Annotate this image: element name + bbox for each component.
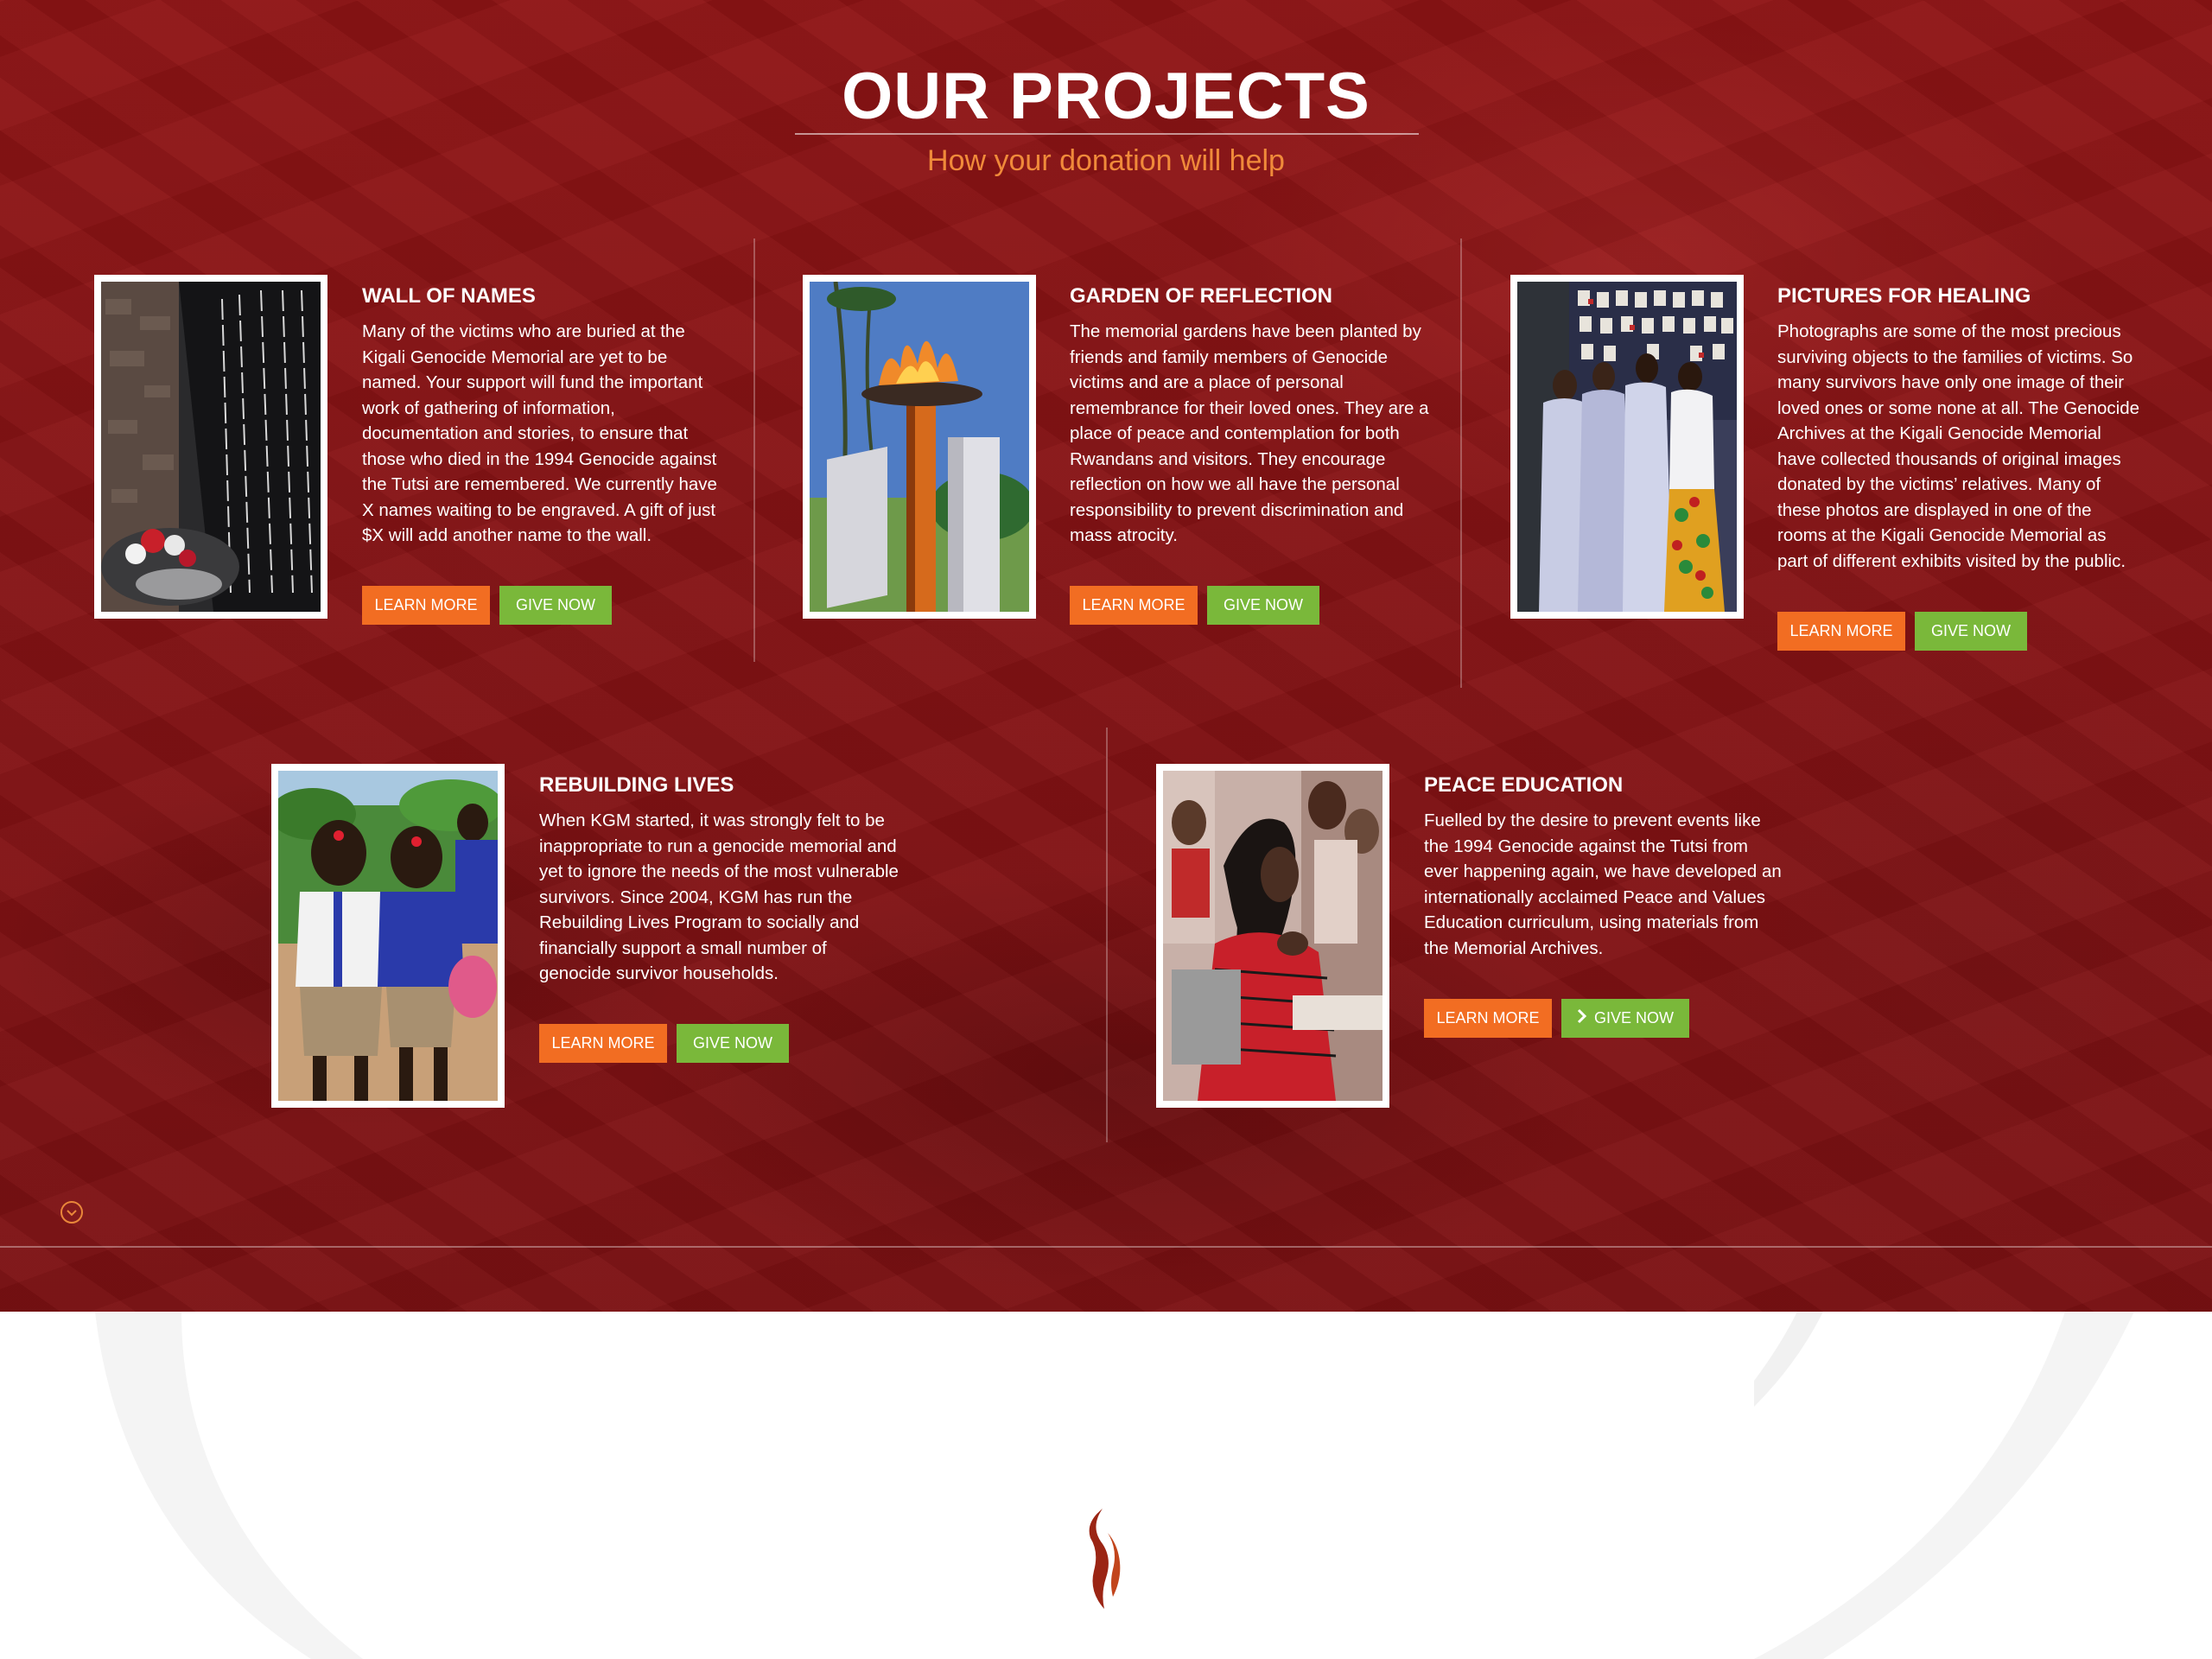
project-title: PICTURES FOR HEALING (1777, 284, 2031, 308)
page-subtitle: How your donation will help (927, 144, 1285, 177)
project-description: When KGM started, it was strongly felt t… (539, 810, 899, 983)
projects-section: OUR PROJECTS How your donation will help (0, 0, 2212, 1312)
learn-more-button[interactable]: LEARN MORE (539, 1024, 667, 1063)
title-divider (795, 133, 1419, 135)
project-description: Photographs are some of the most preciou… (1777, 321, 2139, 571)
chevron-down-circle-icon[interactable] (60, 1201, 83, 1224)
project-title: REBUILDING LIVES (539, 773, 734, 797)
project-photo (271, 764, 505, 1108)
chevron-right-icon (1577, 1000, 1587, 1039)
column-divider (753, 238, 755, 662)
flame-logo-icon (1084, 1507, 1127, 1611)
garden-of-reflection-image (810, 282, 1029, 612)
project-photo (94, 275, 327, 619)
column-divider (1460, 238, 1462, 688)
project-description: Fuelled by the desire to prevent events … (1424, 810, 1782, 958)
learn-more-button[interactable]: LEARN MORE (1424, 999, 1552, 1038)
give-now-button[interactable]: GIVE NOW (1207, 586, 1319, 625)
wall-of-names-image (101, 282, 321, 612)
learn-more-button[interactable]: LEARN MORE (1777, 612, 1905, 651)
pictures-for-healing-image (1517, 282, 1737, 612)
give-now-button[interactable]: GIVE NOW (1915, 612, 2027, 651)
project-photo (803, 275, 1036, 619)
rebuilding-lives-image (278, 771, 498, 1101)
project-title: GARDEN OF REFLECTION (1070, 284, 1332, 308)
project-title: PEACE EDUCATION (1424, 773, 1624, 797)
give-now-button[interactable]: GIVE NOW (1561, 999, 1689, 1038)
project-title: WALL OF NAMES (362, 284, 536, 308)
learn-more-button[interactable]: LEARN MORE (362, 586, 490, 625)
give-now-button[interactable]: GIVE NOW (499, 586, 612, 625)
section-divider (0, 1246, 2212, 1248)
peace-education-image (1163, 771, 1382, 1101)
footer-area (0, 1312, 2212, 1659)
give-now-label: GIVE NOW (1593, 1009, 1674, 1027)
give-now-button[interactable]: GIVE NOW (677, 1024, 789, 1063)
project-photo (1510, 275, 1744, 619)
learn-more-button[interactable]: LEARN MORE (1070, 586, 1198, 625)
page-title: OUR PROJECTS (842, 60, 1370, 133)
column-divider (1106, 728, 1108, 1142)
project-photo (1156, 764, 1389, 1108)
project-description: Many of the victims who are buried at th… (362, 321, 717, 545)
project-description: The memorial gardens have been planted b… (1070, 321, 1429, 545)
